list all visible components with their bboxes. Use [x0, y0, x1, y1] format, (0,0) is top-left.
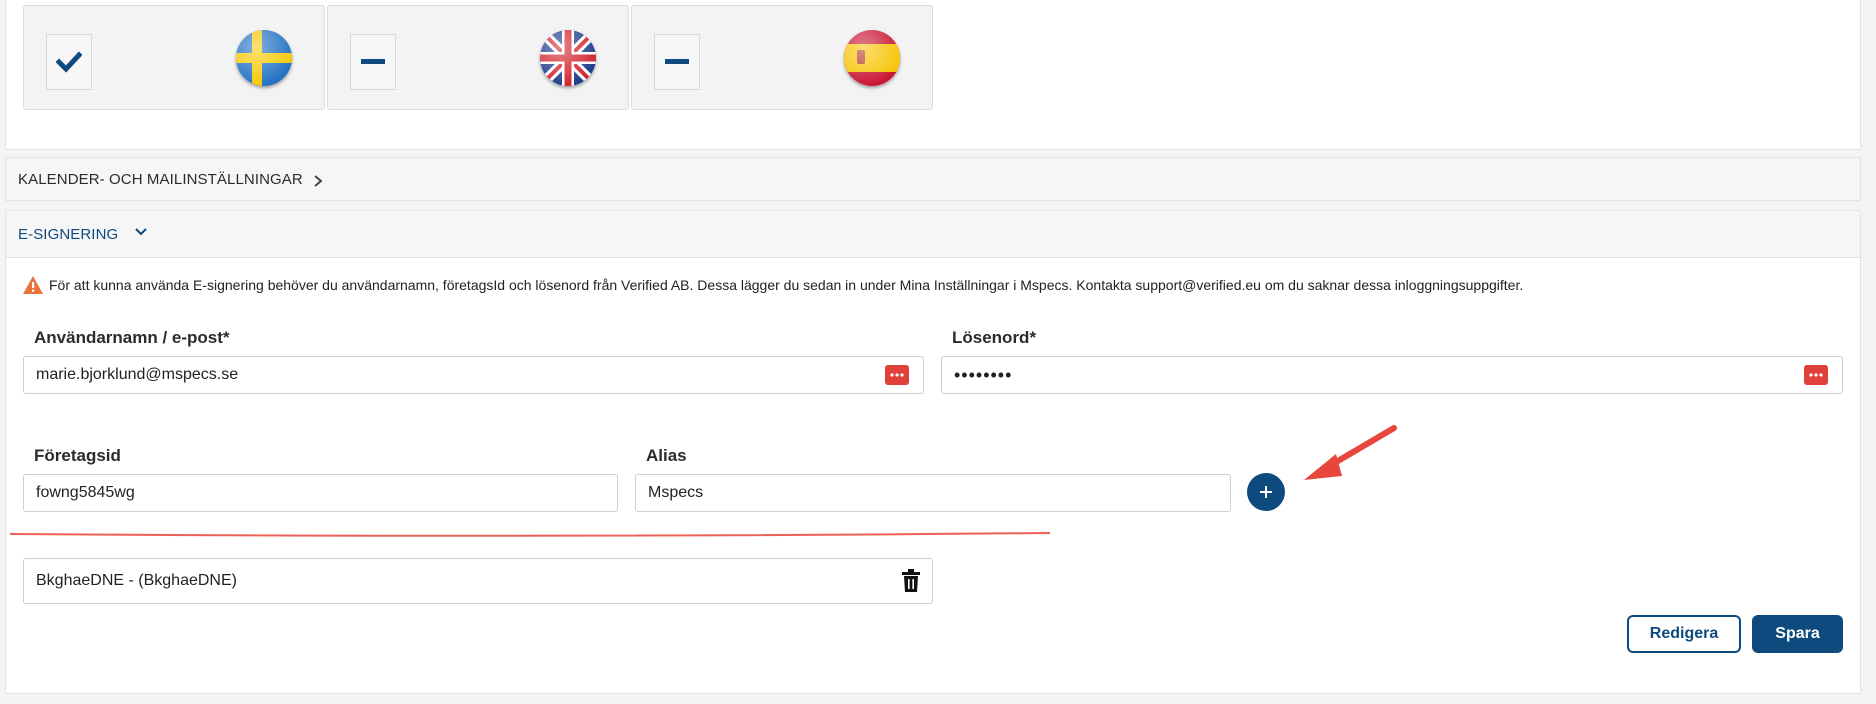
alias-input[interactable]: Mspecs [635, 474, 1231, 512]
save-button[interactable]: Spara [1752, 615, 1843, 653]
password-manager-icon[interactable] [1804, 365, 1828, 385]
language-checkbox-spanish[interactable] [654, 34, 700, 90]
language-card-swedish [23, 5, 325, 110]
language-card-english [327, 5, 629, 110]
chevron-down-icon [135, 228, 147, 236]
language-checkbox-swedish[interactable] [46, 34, 92, 90]
add-button[interactable] [1247, 473, 1285, 511]
password-value: •••••••• [954, 365, 1013, 385]
password-label: Lösenord* [952, 328, 1037, 347]
checkmark-icon [56, 51, 82, 73]
chevron-right-icon [314, 175, 323, 187]
password-input[interactable]: •••••••• [941, 356, 1843, 394]
edit-button[interactable]: Redigera [1627, 615, 1741, 653]
spain-flag-icon [844, 30, 900, 86]
language-card-spanish [631, 5, 933, 110]
esign-section-header[interactable]: E-SIGNERING [5, 210, 1861, 258]
minus-icon [361, 59, 385, 64]
username-input[interactable]: marie.bjorklund@mspecs.se [23, 356, 924, 394]
warning-icon [23, 276, 43, 294]
alias-label: Alias [646, 446, 687, 465]
annotation-arrow [1304, 425, 1397, 480]
trash-icon[interactable] [901, 569, 921, 593]
company-id-label: Företagsid [34, 446, 121, 465]
saved-alias-item: BkghaeDNE - (BkghaeDNE) [23, 558, 933, 604]
company-id-input[interactable]: fowng5845wg [23, 474, 618, 512]
username-label: Användarnamn / e-post* [34, 328, 230, 347]
company-id-value: fowng5845wg [36, 484, 135, 501]
calendar-section-title: KALENDER- OCH MAILINSTÄLLNINGAR [18, 171, 303, 188]
username-value: marie.bjorklund@mspecs.se [36, 366, 239, 383]
saved-alias-label: BkghaeDNE - (BkghaeDNE) [36, 572, 237, 589]
calendar-section-header[interactable]: KALENDER- OCH MAILINSTÄLLNINGAR [5, 157, 1861, 201]
uk-flag-icon [540, 30, 596, 86]
sweden-flag-icon [236, 30, 292, 86]
plus-icon [1260, 486, 1272, 498]
esign-warning-text: För att kunna använda E-signering behöve… [49, 277, 1524, 293]
language-checkbox-english[interactable] [350, 34, 396, 90]
password-manager-icon[interactable] [885, 365, 909, 385]
esign-section-title: E-SIGNERING [18, 226, 119, 243]
minus-icon [665, 59, 689, 64]
alias-value: Mspecs [648, 484, 704, 501]
annotation-underline [9, 532, 1051, 537]
